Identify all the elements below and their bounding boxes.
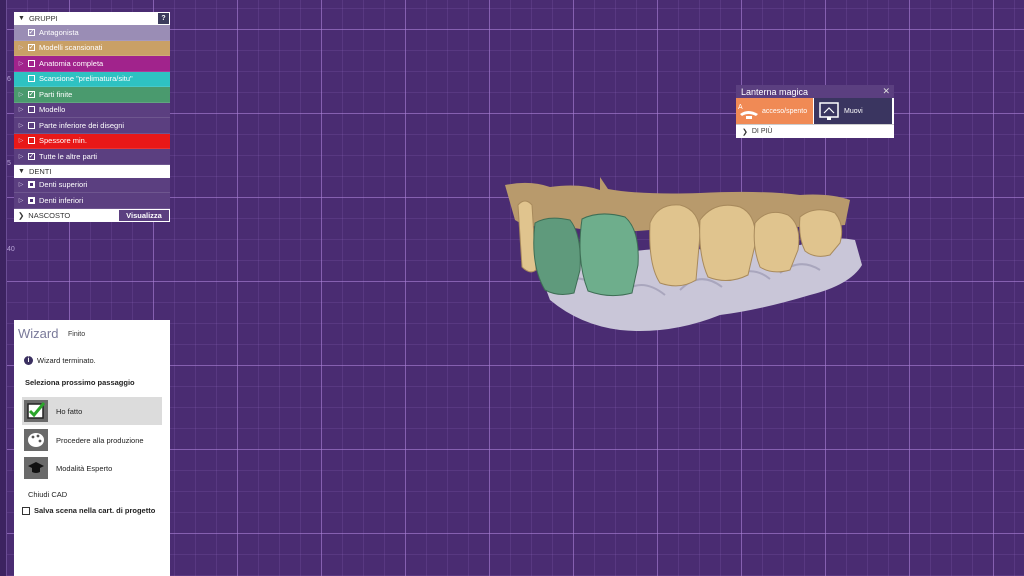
next-step-heading: Seleziona prossimo passaggio [25,378,135,387]
info-icon: i [24,356,33,365]
palette-icon [24,429,48,451]
visibility-checkbox[interactable]: ✓ [28,152,35,160]
expand-arrow-icon[interactable]: ▷ [14,106,28,113]
chevron-right-icon: ❯ [18,210,25,220]
expand-arrow-icon[interactable]: ▷ [14,153,28,160]
group-item-label: Anatomia completa [39,58,104,68]
view-button[interactable]: Visualizza [118,208,170,222]
chevron-right-icon: ❯ [742,128,748,136]
group-item-label: Tutte le altre parti [39,151,98,161]
teeth-group-item[interactable]: ▷ Denti inferiori [14,193,170,209]
magic-lantern-panel: Lanterna magica ✕ A acceso/spento Muovi … [736,85,894,138]
group-item[interactable]: ▷ Parte inferiore dei disegni [14,118,170,134]
group-item-label: Parte inferiore dei disegni [39,120,125,130]
hidden-toggle[interactable]: ❯ NASCOSTO [14,209,118,222]
visibility-checkbox[interactable]: ✓ [28,44,35,52]
lamp-icon: A [738,104,758,119]
teeth-group-item[interactable]: ▷ Denti superiori [14,177,170,193]
group-item-label: Scansione "prelimatura/situ" [39,74,133,84]
close-cad-button[interactable]: Chiudi CAD [28,490,67,499]
save-scene-checkbox[interactable]: Salva scena nella cart. di progetto [22,506,155,515]
expand-arrow-icon[interactable]: ▷ [14,122,28,129]
visibility-checkbox[interactable] [28,137,35,145]
denti-list: ▷ Denti superiori ▷ Denti inferiori [14,177,170,209]
magic-lantern-header: Lanterna magica ✕ [736,85,894,98]
graduation-cap-icon [24,457,48,479]
move-label: Muovi [844,107,863,115]
vertical-ruler [0,0,7,576]
group-item[interactable]: ▷ Modello [14,102,170,118]
group-item[interactable]: ▷ ✓ Parti finite [14,87,170,103]
visibility-checkbox[interactable] [28,75,35,83]
group-item-label: Modello [39,105,66,115]
visibility-checkbox[interactable] [28,181,35,189]
option-label: Procedere alla produzione [56,435,144,445]
group-item-label: Antagonista [39,27,79,37]
denti-header-label: DENTI [28,166,52,176]
help-button[interactable]: ? [158,13,169,24]
group-item[interactable]: ▷ Anatomia completa [14,56,170,72]
teeth-group-label: Denti inferiori [39,195,84,205]
group-item-label: Spessore min. [39,136,87,146]
expand-arrow-icon[interactable]: ▷ [14,91,28,98]
group-item-label: Modelli scansionati [39,43,103,53]
visibility-checkbox[interactable] [28,121,35,129]
group-item[interactable]: ▷ ✓ Tutte le altre parti [14,149,170,165]
chevron-down-icon: ▼ [18,15,25,22]
save-scene-label: Salva scena nella cart. di progetto [34,506,156,515]
ruler-label: 40 [7,246,15,253]
magic-lantern-title: Lanterna magica [741,86,809,97]
group-item[interactable]: ✓ Antagonista [14,25,170,41]
hidden-label: NASCOSTO [28,210,71,220]
wizard-info: i Wizard terminato. [24,356,96,365]
expand-arrow-icon[interactable]: ▷ [14,197,28,204]
option-production[interactable]: Procedere alla produzione [22,426,162,454]
expand-arrow-icon[interactable]: ▷ [14,44,28,51]
on-off-button[interactable]: A acceso/spento [736,98,814,124]
dental-scan-model[interactable] [500,175,870,340]
ruler-label: 6 [7,76,11,83]
groups-header-label: GRUPPI [28,14,58,23]
more-label: DI PIÙ [751,128,773,135]
group-item[interactable]: ▷ Spessore min. [14,133,170,149]
group-list: ✓ Antagonista ▷ ✓ Modelli scansionati ▷ Anatom… [14,25,170,165]
wizard-title: Wizard [18,326,59,341]
wizard-panel: Wizard Finito i Wizard terminato. Selezi… [14,320,170,576]
teeth-group-label: Denti superiori [39,180,88,190]
visibility-checkbox[interactable] [28,59,35,67]
visibility-checkbox[interactable]: ✓ [28,90,35,98]
denti-header[interactable]: ▼ DENTI [14,164,170,178]
option-label: Ho fatto [56,406,83,416]
option-expert-mode[interactable]: Modalità Esperto [22,454,162,482]
group-item[interactable]: ▷ ✓ Modelli scansionati [14,40,170,56]
on-off-label: acceso/spento [762,107,808,115]
tab-finished[interactable]: Finito [68,331,85,338]
move-button[interactable]: Muovi [814,98,892,124]
svg-text:A: A [738,104,743,111]
visibility-checkbox[interactable] [28,196,35,204]
option-done[interactable]: Ho fatto [22,397,162,425]
visibility-checkbox[interactable] [28,106,35,114]
expand-arrow-icon[interactable]: ▷ [14,60,28,67]
expand-arrow-icon[interactable]: ▷ [14,137,28,144]
groups-panel: ▼ GRUPPI ? ✓ Antagonista ▷ ✓ Modelli scansio… [14,12,170,222]
checkbox-box[interactable] [22,506,30,515]
wizard-info-text: Wizard terminato. [37,356,96,365]
chevron-down-icon: ▼ [18,167,25,175]
group-item-label: Parti finite [39,89,73,99]
move-icon [819,102,839,120]
ruler-label: 5 [7,160,11,167]
close-icon[interactable]: ✕ [882,86,890,97]
option-label: Modalità Esperto [56,463,113,473]
more-toggle[interactable]: ❯ DI PIÙ [736,124,894,138]
visibility-footer: ❯ NASCOSTO Visualizza [14,208,170,222]
visibility-checkbox[interactable]: ✓ [28,28,35,36]
groups-header[interactable]: ▼ GRUPPI ? [14,12,170,25]
checkmark-icon [24,400,48,422]
group-item[interactable]: Scansione "prelimatura/situ" [14,71,170,87]
expand-arrow-icon[interactable]: ▷ [14,181,28,188]
